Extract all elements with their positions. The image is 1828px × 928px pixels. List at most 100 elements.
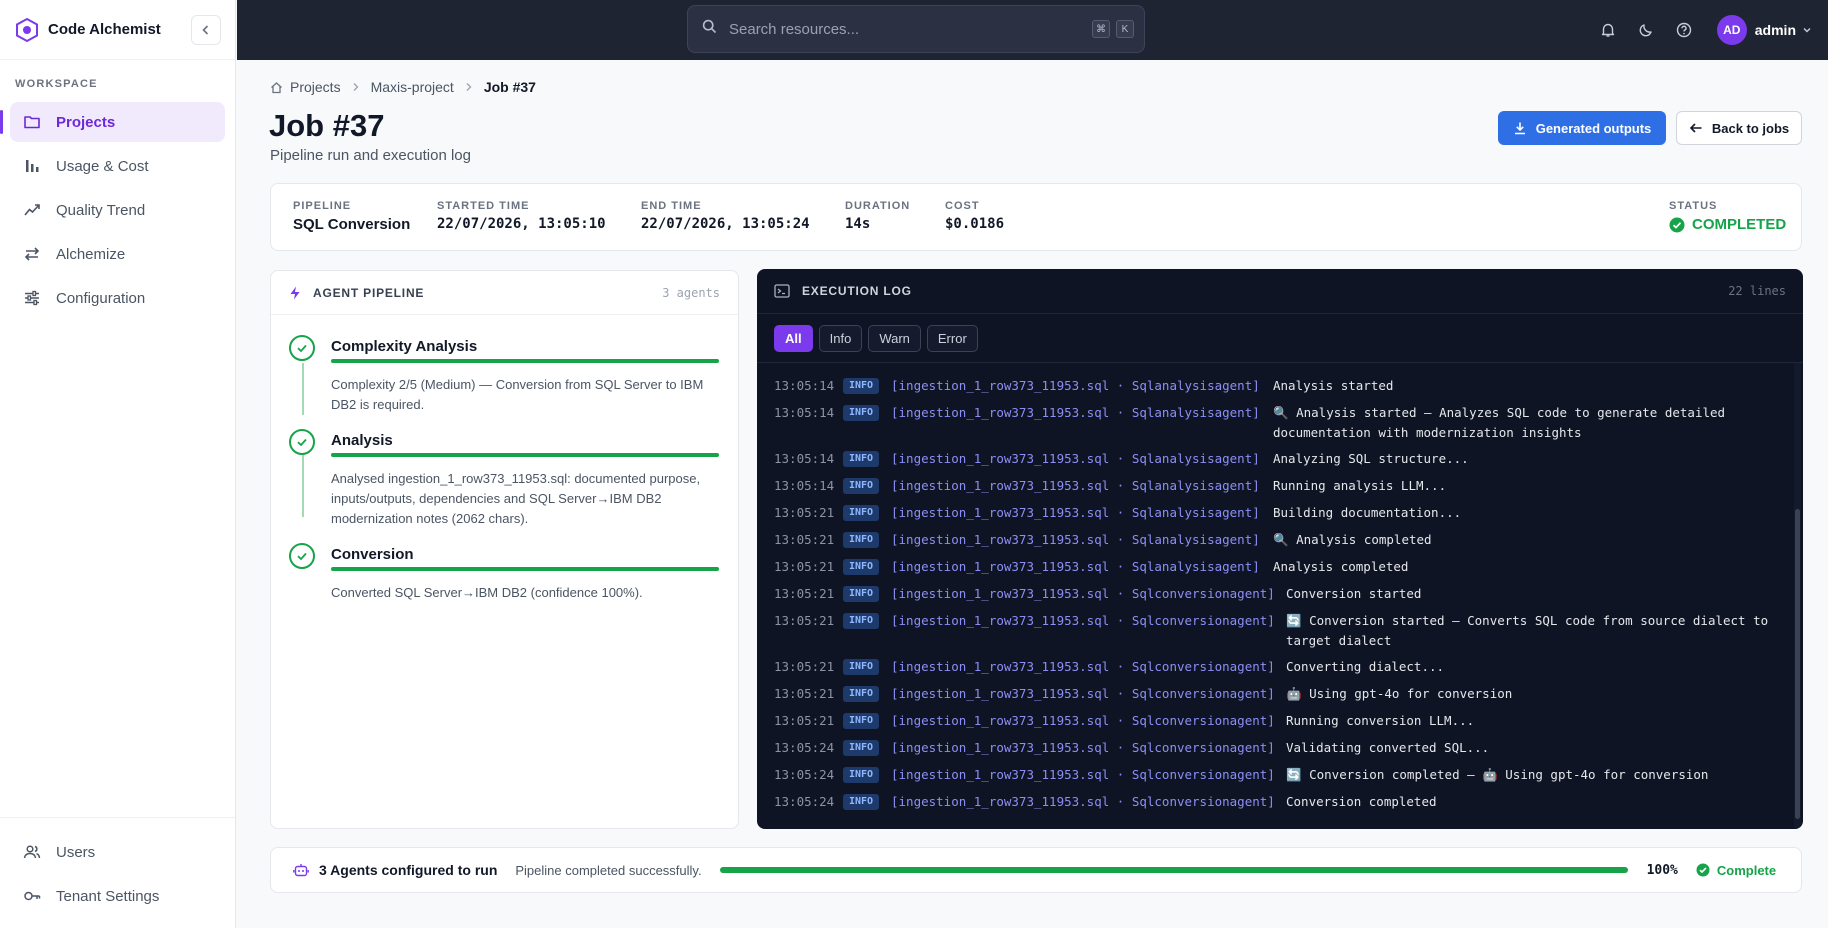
log-source: [ingestion_1_row373_11953.sql · Sqlconve… [891, 613, 1275, 628]
sidebar-item-label: Projects [56, 113, 116, 131]
arrow-left-icon [1689, 121, 1703, 135]
log-time: 13:05:14 [774, 378, 835, 393]
filter-error[interactable]: Error [926, 324, 978, 352]
bar-chart-icon [22, 156, 42, 176]
step-progress-bar [331, 359, 719, 363]
swap-icon [22, 244, 42, 264]
sidebar-item-configuration[interactable]: Configuration [10, 278, 225, 318]
key-icon [22, 886, 42, 906]
pipeline-progress-bar [719, 867, 1628, 873]
generated-outputs-label: Generated outputs [1535, 120, 1652, 136]
avatar[interactable]: AD [1716, 15, 1747, 45]
sidebar-item-users[interactable]: Users [10, 832, 225, 872]
sliders-icon [22, 288, 42, 308]
log-message: 🔍 Analysis started — Analyzes SQL code t… [1273, 405, 1726, 440]
bell-icon[interactable] [1589, 11, 1627, 49]
trend-icon [22, 200, 42, 220]
back-to-jobs-label: Back to jobs [1711, 120, 1790, 136]
search-placeholder: Search resources... [729, 20, 860, 38]
log-source: [ingestion_1_row373_11953.sql · Sqlanaly… [891, 378, 1260, 393]
summary-value: 22/07/2026, 13:05:10 [437, 216, 606, 232]
collapse-sidebar-button[interactable] [191, 14, 221, 45]
workspace-section-label: WORKSPACE [15, 78, 98, 90]
check-icon [289, 335, 315, 361]
brand: Code Alchemist [0, 0, 235, 60]
step-description: Complexity 2/5 (Medium) — Conversion fro… [331, 377, 704, 412]
log-level-badge: INFO [843, 586, 879, 602]
sidebar-item-tenant-settings[interactable]: Tenant Settings [10, 876, 225, 916]
step-connector [302, 445, 304, 517]
step-description: Converted SQL Server→IBM DB2 (confidence… [331, 585, 643, 600]
execution-log-title: EXECUTION LOG [802, 284, 912, 298]
log-time: 13:05:14 [774, 478, 835, 493]
check-icon [289, 543, 315, 569]
summary-label: DURATION [845, 200, 911, 212]
log-level-badge: INFO [843, 478, 879, 494]
app-logo-icon[interactable] [14, 17, 40, 43]
log-message: Analysis completed [1273, 559, 1409, 574]
log-time: 13:05:21 [774, 713, 835, 728]
log-source: [ingestion_1_row373_11953.sql · Sqlconve… [891, 586, 1275, 601]
log-message: Conversion completed [1286, 794, 1437, 809]
sidebar-item-projects[interactable]: Projects [0, 102, 225, 142]
sidebar-item-label: Usage & Cost [56, 157, 149, 175]
step-title: Conversion [331, 546, 414, 563]
execution-log-header: EXECUTION LOG 22 lines [757, 269, 1803, 314]
agent-pipeline-card: AGENT PIPELINE 3 agents Complexity Analy… [270, 270, 739, 829]
log-time: 13:05:14 [774, 405, 835, 420]
page-title: Job #37 [269, 108, 385, 143]
log-level-badge: INFO [843, 378, 879, 394]
log-time: 13:05:21 [774, 659, 835, 674]
filter-info[interactable]: Info [818, 324, 863, 352]
search-input[interactable]: Search resources... ⌘ K [687, 5, 1145, 53]
back-to-jobs-button[interactable]: Back to jobs [1676, 111, 1802, 145]
sidebar-item-label: Users [56, 843, 96, 861]
help-icon[interactable] [1665, 11, 1703, 49]
pipeline-message: Pipeline completed successfully. [515, 862, 702, 878]
moon-icon[interactable] [1627, 11, 1665, 49]
step-connector [302, 363, 304, 415]
log-scroll-thumb[interactable] [1795, 509, 1800, 819]
log-message: 🔄 Conversion completed — 🤖 Using gpt-4o … [1286, 767, 1709, 782]
log-message: 🔄 Conversion started — Converts SQL code… [1286, 613, 1769, 648]
job-summary: PIPELINE SQL Conversion STARTED TIME 22/… [270, 183, 1802, 251]
summary-value: $0.0186 [945, 216, 1005, 232]
summary-started: STARTED TIME 22/07/2026, 13:05:10 [437, 200, 606, 232]
log-source: [ingestion_1_row373_11953.sql · Sqlanaly… [891, 505, 1260, 520]
log-time: 13:05:14 [774, 451, 835, 466]
status-badge: COMPLETED [1669, 216, 1786, 233]
user-name[interactable]: admin [1755, 22, 1796, 38]
breadcrumb-project-link[interactable]: Maxis-project [371, 79, 454, 95]
log-time: 13:05:24 [774, 794, 835, 809]
sidebar-item-alchemize[interactable]: Alchemize [10, 234, 225, 274]
filter-all[interactable]: All [774, 324, 813, 352]
summary-value: SQL Conversion [293, 216, 411, 233]
step-progress-bar [331, 567, 719, 571]
home-icon[interactable] [270, 81, 283, 94]
summary-label: PIPELINE [293, 200, 352, 212]
progress-percent: 100% [1646, 862, 1678, 878]
check-icon [289, 429, 315, 455]
top-actions: AD admin [1589, 0, 1812, 60]
log-source: [ingestion_1_row373_11953.sql · Sqlconve… [891, 686, 1275, 701]
log-source: [ingestion_1_row373_11953.sql · Sqlanaly… [891, 559, 1260, 574]
log-time: 13:05:21 [774, 586, 835, 601]
log-message: 🔍 Analysis completed [1273, 532, 1432, 547]
log-lines[interactable]: 13:05:14 INFO [ingestion_1_row373_11953.sq… [757, 363, 1793, 829]
chevron-down-icon[interactable] [1802, 25, 1812, 35]
check-circle-icon [1669, 217, 1685, 233]
log-message: Running conversion LLM... [1286, 713, 1475, 728]
generated-outputs-button[interactable]: Generated outputs [1498, 111, 1666, 145]
sidebar-item-label: Tenant Settings [56, 887, 160, 905]
summary-cost: COST $0.0186 [945, 200, 1004, 232]
sidebar-item-quality-trend[interactable]: Quality Trend [10, 190, 225, 230]
log-time: 13:05:24 [774, 767, 835, 782]
breadcrumb-projects-link[interactable]: Projects [290, 79, 341, 95]
page-subtitle: Pipeline run and execution log [270, 147, 471, 164]
log-level-badge: INFO [843, 505, 879, 521]
log-level-badge: INFO [843, 713, 879, 729]
summary-value: 14s [845, 216, 871, 232]
filter-warn[interactable]: Warn [868, 324, 921, 352]
sidebar-item-usage-cost[interactable]: Usage & Cost [10, 146, 225, 186]
log-level-badge: INFO [843, 794, 879, 810]
